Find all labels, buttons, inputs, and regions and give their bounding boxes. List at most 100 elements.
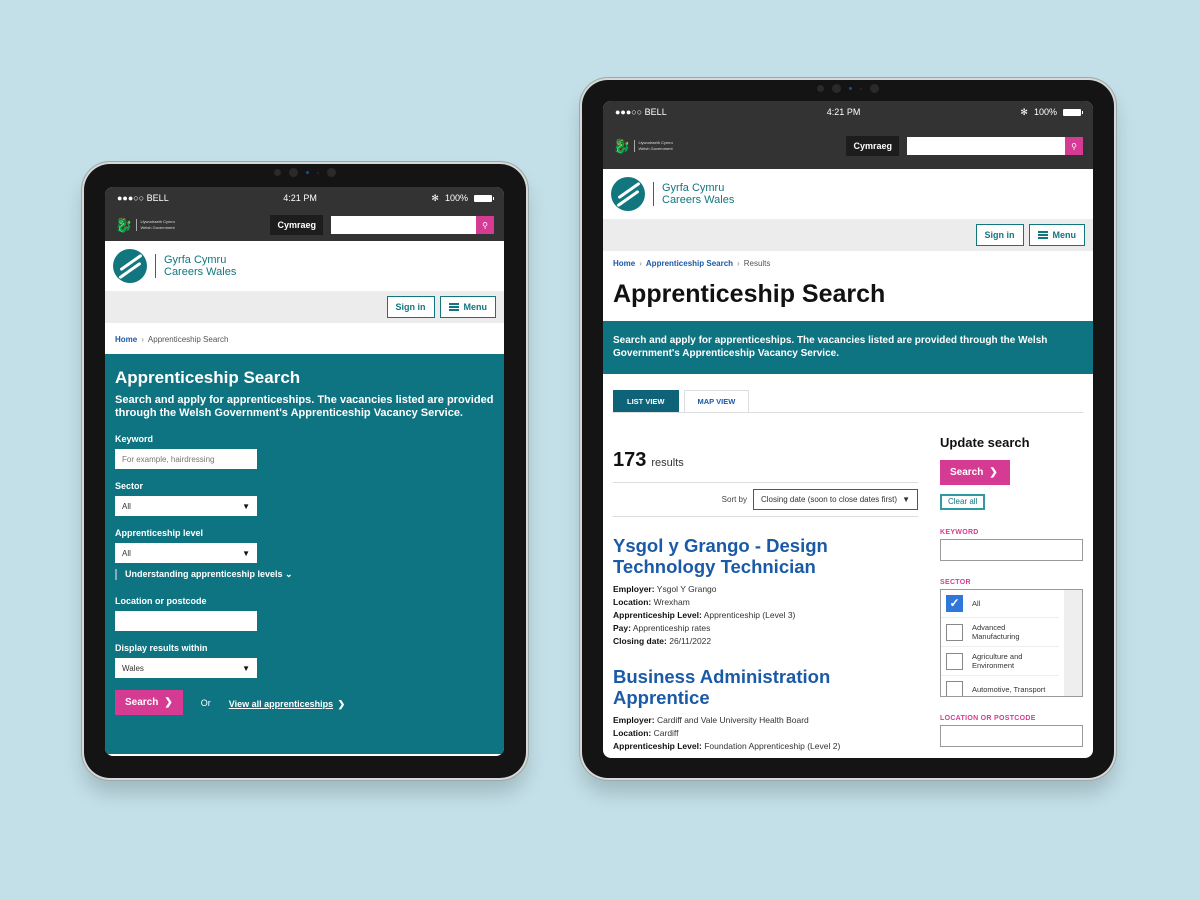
- menu-button[interactable]: Menu: [1028, 224, 1085, 246]
- page-title: Apprenticeship Search: [613, 280, 886, 308]
- job-pay: Pay: Apprenticeship rates: [613, 623, 711, 633]
- dropdown-arrow-icon: ▼: [242, 663, 250, 673]
- bluetooth-icon: ✻: [1020, 106, 1028, 117]
- menu-button[interactable]: Menu: [439, 296, 496, 318]
- battery-icon: [1063, 108, 1083, 116]
- clock: 4:21 PM: [283, 193, 317, 203]
- sector-option[interactable]: Agriculture and Environment: [941, 647, 1059, 676]
- job-level: Apprenticeship Level: Apprenticeship (Le…: [613, 610, 796, 620]
- breadcrumb-current: Results: [743, 259, 771, 268]
- intro-text: Search and apply for apprenticeships. Th…: [115, 394, 494, 419]
- battery-icon: [474, 194, 494, 202]
- view-tabs: LIST VIEW MAP VIEW: [613, 374, 1083, 413]
- page-title: Apprenticeship Search: [115, 368, 301, 387]
- keyword-input[interactable]: [115, 449, 257, 469]
- site-search-input[interactable]: [907, 137, 1065, 155]
- job-location: Location: Cardiff: [613, 728, 679, 738]
- language-button[interactable]: Cymraeg: [846, 136, 899, 156]
- search-icon[interactable]: ⚲: [476, 216, 494, 234]
- dragon-icon: 🐉: [115, 217, 133, 233]
- intro-text: Search and apply for apprenticeships. Th…: [603, 321, 1093, 374]
- sector-label: SECTOR: [940, 579, 971, 586]
- search-icon[interactable]: ⚲: [1065, 137, 1083, 155]
- understanding-levels-toggle[interactable]: Understanding apprenticeship levels ⌄: [115, 569, 494, 580]
- chevron-right-icon: ›: [639, 259, 642, 268]
- welsh-government-logo[interactable]: 🐉 Llywodraeth Cymru Welsh Government: [115, 217, 175, 233]
- status-bar: ●●●○○ BELL 4:21 PM ✻ 100%: [603, 101, 1093, 123]
- dropdown-arrow-icon: ▼: [902, 495, 910, 504]
- update-search-panel: Update search Search ❯ Clear all KEYWORD …: [940, 413, 1083, 758]
- job-title-link[interactable]: Ysgol y Grango - Design Technology Techn…: [613, 535, 918, 577]
- job-card: Ysgol y Grango - Design Technology Techn…: [613, 535, 918, 648]
- clear-all-button[interactable]: Clear all: [940, 494, 986, 510]
- site-search-input[interactable]: [331, 216, 476, 234]
- sector-option[interactable]: Automotive, Transport: [941, 676, 1059, 696]
- sector-select[interactable]: All ▼: [115, 496, 257, 516]
- breadcrumb-home[interactable]: Home: [613, 259, 635, 268]
- breadcrumb-search[interactable]: Apprenticeship Search: [646, 259, 733, 268]
- dropdown-arrow-icon: ▼: [242, 548, 250, 558]
- search-form-panel: Apprenticeship Search Search and apply f…: [105, 354, 504, 754]
- job-employer: Employer: Cardiff and Vale University He…: [613, 715, 809, 725]
- location-input[interactable]: [940, 725, 1083, 747]
- welsh-government-logo[interactable]: 🐉 Llywodraeth Cymru Welsh Government: [613, 139, 673, 153]
- sign-in-button[interactable]: Sign in: [975, 224, 1024, 246]
- update-search-title: Update search: [940, 435, 1030, 450]
- keyword-label: KEYWORD: [940, 529, 979, 536]
- sector-option[interactable]: ✓ All: [941, 590, 1059, 618]
- sort-select[interactable]: Closing date (soon to close dates first)…: [753, 489, 918, 510]
- sector-label: Sector: [115, 481, 144, 491]
- checkbox-icon[interactable]: [946, 681, 963, 696]
- chevron-right-icon: ›: [737, 259, 740, 268]
- status-bar: ●●●○○ BELL 4:21 PM ✻ 100%: [105, 187, 504, 209]
- careers-wales-logo[interactable]: Gyrfa Cymru Careers Wales: [603, 169, 1093, 219]
- battery-percent: 100%: [1033, 107, 1057, 117]
- view-all-link[interactable]: View all apprenticeships ❯: [229, 694, 345, 712]
- level-label: Apprenticeship level: [115, 528, 204, 538]
- within-select[interactable]: Wales ▼: [115, 658, 257, 678]
- careers-wales-logo[interactable]: Gyrfa Cymru Careers Wales: [105, 241, 504, 291]
- job-level: Apprenticeship Level: Foundation Apprent…: [613, 741, 841, 751]
- tablet-right: ●●●○○ BELL 4:21 PM ✻ 100% 🐉 Llywodraeth C…: [582, 80, 1114, 778]
- within-label: Display results within: [115, 643, 208, 653]
- job-title-link[interactable]: Business Administration Apprentice: [613, 666, 918, 708]
- tab-map-view[interactable]: MAP VIEW: [683, 390, 750, 412]
- job-location: Location: Wrexham: [613, 597, 690, 607]
- search-button[interactable]: Search ❯: [940, 460, 1010, 485]
- hamburger-icon: [448, 303, 459, 311]
- sign-in-button[interactable]: Sign in: [386, 296, 435, 318]
- scrollbar[interactable]: [1064, 590, 1082, 696]
- breadcrumb: Home › Apprenticeship Search: [105, 323, 504, 354]
- breadcrumb-home[interactable]: Home: [115, 335, 137, 344]
- tablet-left: ●●●○○ BELL 4:21 PM ✻ 100% 🐉 Llywodraeth C…: [84, 164, 526, 778]
- careers-wales-mark-icon: [611, 177, 645, 211]
- screen: ●●●○○ BELL 4:21 PM ✻ 100% 🐉 Llywodraeth C…: [603, 101, 1093, 758]
- sort-label: Sort by: [721, 495, 747, 504]
- camera-array: [817, 84, 879, 93]
- job-card: Business Administration Apprentice Emplo…: [613, 666, 918, 753]
- job-closing-date: Closing date: 26/11/2022: [613, 636, 712, 646]
- checkbox-checked-icon[interactable]: ✓: [946, 595, 963, 612]
- hamburger-icon: [1037, 231, 1048, 239]
- keyword-label: Keyword: [115, 434, 154, 444]
- chevron-right-icon: ❯: [164, 697, 173, 708]
- location-input[interactable]: [115, 611, 257, 631]
- bluetooth-icon: ✻: [431, 192, 439, 203]
- gov-bar: 🐉 Llywodraeth Cymru Welsh Government Cymr…: [603, 123, 1093, 169]
- breadcrumb: Home › Apprenticeship Search › Results: [603, 251, 1093, 276]
- screen: ●●●○○ BELL 4:21 PM ✻ 100% 🐉 Llywodraeth C…: [105, 187, 504, 756]
- checkbox-icon[interactable]: [946, 652, 963, 670]
- nav-bar: Sign in Menu: [105, 291, 504, 323]
- sector-option[interactable]: Advanced Manufacturing: [941, 618, 1059, 647]
- keyword-input[interactable]: [940, 539, 1083, 561]
- tab-list-view[interactable]: LIST VIEW: [613, 390, 679, 412]
- search-button[interactable]: Search ❯: [115, 690, 183, 715]
- checkbox-icon[interactable]: [946, 623, 963, 641]
- language-button[interactable]: Cymraeg: [270, 215, 323, 235]
- level-select[interactable]: All ▼: [115, 543, 257, 563]
- carrier: ●●●○○ BELL: [117, 193, 169, 203]
- results-list: 173 results Sort by Closing date (soon t…: [613, 413, 918, 758]
- chevron-right-icon: ❯: [337, 698, 346, 709]
- camera-array: [274, 168, 336, 177]
- carrier: ●●●○○ BELL: [615, 107, 667, 117]
